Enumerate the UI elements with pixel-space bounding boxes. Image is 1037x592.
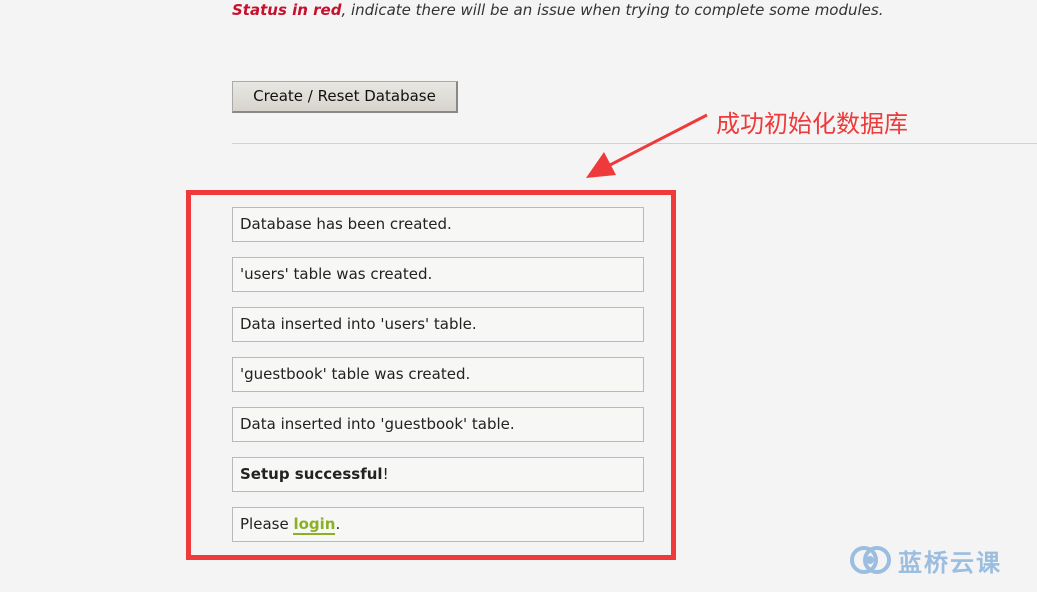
message-database-created: Database has been created. — [232, 207, 644, 242]
watermark-text: 蓝桥云课 — [898, 548, 1002, 577]
login-suffix: . — [335, 515, 341, 533]
lanqiao-logo-icon — [850, 546, 891, 574]
setup-successful-label: Setup successful — [240, 465, 383, 483]
message-setup-successful: Setup successful! — [232, 457, 644, 492]
watermark: 蓝桥云课 — [850, 544, 1002, 577]
annotation-arrow-icon — [586, 113, 708, 178]
message-please-login: Please login. — [232, 507, 644, 542]
status-note-text: , indicate there will be an issue when t… — [341, 1, 884, 19]
status-red-label: Status in red — [232, 1, 342, 19]
message-users-data-inserted: Data inserted into 'users' table. — [232, 307, 644, 342]
message-guestbook-table-created: 'guestbook' table was created. — [232, 357, 644, 392]
login-prefix: Please — [240, 515, 294, 533]
status-note: Status in red, indicate there will be an… — [232, 0, 884, 20]
login-link[interactable]: login — [293, 515, 336, 535]
create-reset-database-button[interactable]: Create / Reset Database — [232, 81, 458, 113]
annotation-label: 成功初始化数据库 — [716, 110, 908, 138]
message-guestbook-data-inserted: Data inserted into 'guestbook' table. — [232, 407, 644, 442]
message-users-table-created: 'users' table was created. — [232, 257, 644, 292]
setup-successful-suffix: ! — [382, 465, 389, 483]
